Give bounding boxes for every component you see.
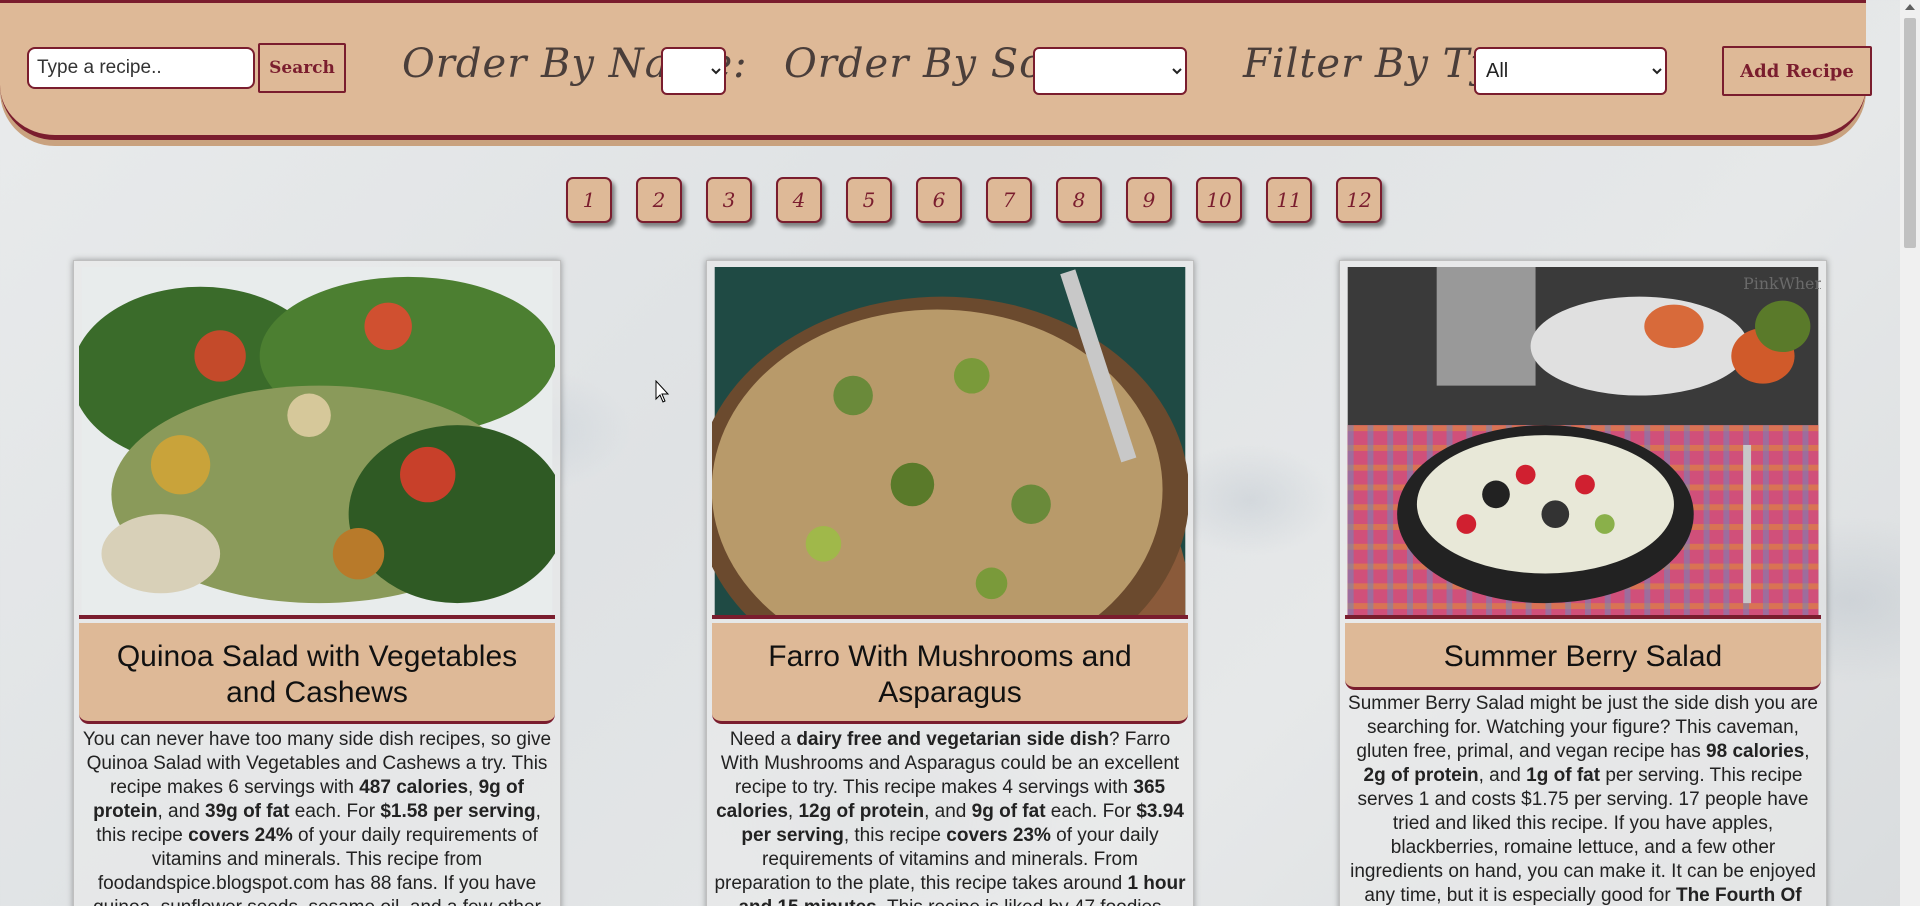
- recipe-image: PinkWhen: [1345, 267, 1821, 619]
- order-by-score-select[interactable]: [1033, 47, 1187, 95]
- pagination: 1 2 3 4 5 6 7 8 9 10 11 12: [0, 177, 1900, 225]
- search-input[interactable]: [27, 47, 255, 89]
- scroll-thumb[interactable]: [1904, 18, 1916, 248]
- top-toolbar: Search Order By Name: Order By Score: Fi…: [0, 0, 1872, 140]
- recipe-description: Need a dairy free and vegetarian side di…: [714, 729, 1186, 906]
- page-button-4[interactable]: 4: [776, 177, 822, 223]
- page-button-10[interactable]: 10: [1196, 177, 1242, 223]
- page-button-2[interactable]: 2: [636, 177, 682, 223]
- recipe-description: Summer Berry Salad might be just the sid…: [1348, 693, 1818, 906]
- page-button-9[interactable]: 9: [1126, 177, 1172, 223]
- search-button[interactable]: Search: [258, 43, 346, 93]
- recipe-title: Quinoa Salad with Vegetables and Cashews: [79, 623, 555, 724]
- page-button-3[interactable]: 3: [706, 177, 752, 223]
- image-watermark: PinkWhen: [1743, 274, 1821, 293]
- recipe-card[interactable]: Quinoa Salad with Vegetables and Cashews…: [73, 260, 561, 906]
- page-button-6[interactable]: 6: [916, 177, 962, 223]
- page-button-12[interactable]: 12: [1336, 177, 1382, 223]
- order-by-name-select[interactable]: [661, 47, 726, 95]
- recipe-card[interactable]: PinkWhen Summer Berry Salad Summer Berry…: [1339, 260, 1827, 906]
- page-button-1[interactable]: 1: [566, 177, 612, 223]
- recipe-card[interactable]: Farro With Mushrooms and Asparagus Need …: [706, 260, 1194, 906]
- recipe-title: Summer Berry Salad: [1345, 623, 1821, 690]
- page-button-11[interactable]: 11: [1266, 177, 1312, 223]
- page-button-8[interactable]: 8: [1056, 177, 1102, 223]
- add-recipe-button[interactable]: Add Recipe: [1722, 46, 1872, 96]
- page-scrollbar[interactable]: [1900, 0, 1920, 906]
- recipe-title: Farro With Mushrooms and Asparagus: [712, 623, 1188, 724]
- recipe-image: [79, 267, 555, 619]
- page-button-7[interactable]: 7: [986, 177, 1032, 223]
- filter-by-type-select[interactable]: All: [1474, 47, 1667, 95]
- scroll-up-arrow-icon[interactable]: [1905, 4, 1915, 10]
- page-button-5[interactable]: 5: [846, 177, 892, 223]
- recipe-description: You can never have too many side dish re…: [82, 729, 552, 906]
- mouse-cursor-icon: [655, 380, 670, 403]
- recipe-image: [712, 267, 1188, 619]
